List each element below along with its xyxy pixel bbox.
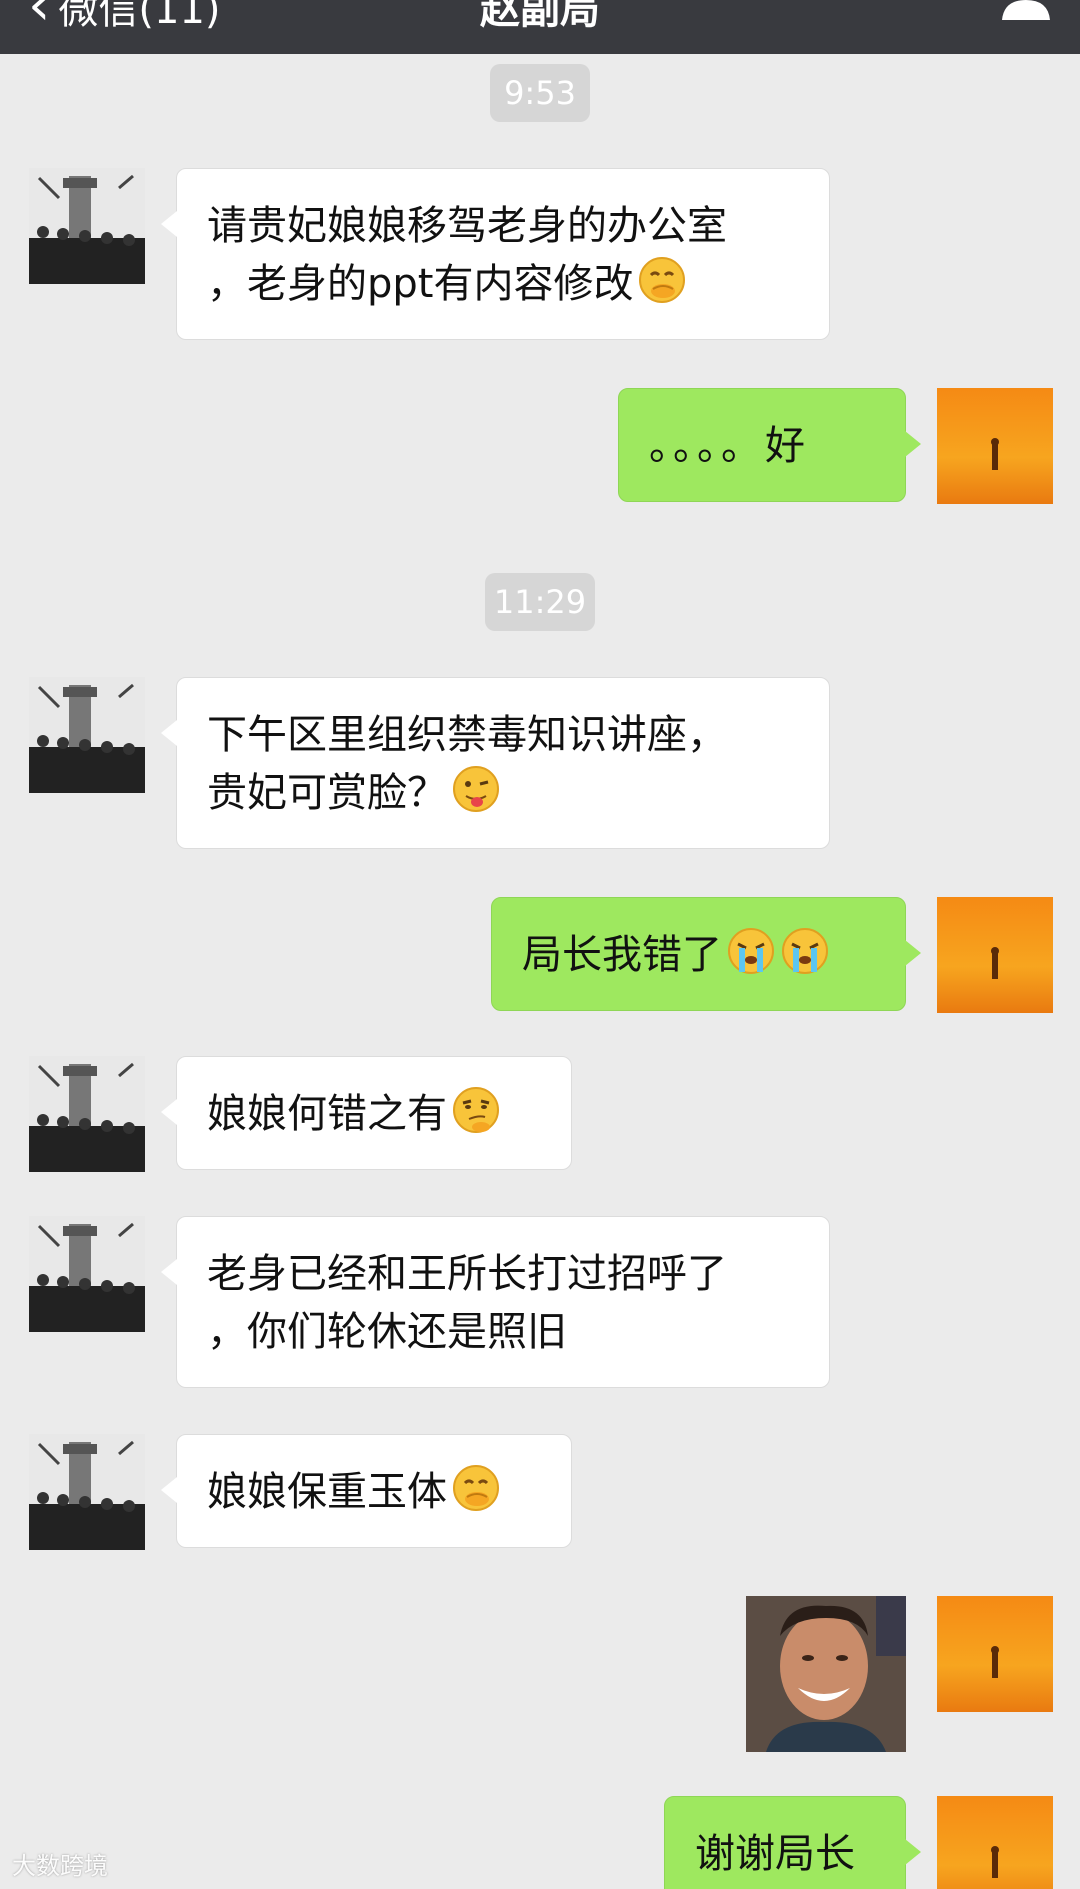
my-avatar[interactable] [937,388,1053,504]
message-line: 娘娘何错之有 [207,1085,541,1143]
face-with-hand-over-mouth-icon [637,255,687,305]
my-avatar[interactable] [937,1796,1053,1889]
message-bubble-outgoing[interactable]: 局长我错了 [491,897,921,1011]
message-line: 娘娘保重玉体 [207,1463,541,1521]
message-bubble-outgoing[interactable]: 。。。。好 [618,388,921,502]
message-line: 。。。。好 [649,423,809,469]
message-line: 谢谢局长 [695,1831,855,1877]
contact-avatar[interactable] [29,1216,145,1332]
crying-face-icon [726,926,776,976]
message-bubble-incoming[interactable]: 娘娘保重玉体 [161,1434,572,1548]
contact-avatar[interactable] [29,677,145,793]
message-line: 贵妃可赏脸？ [207,764,799,822]
timestamp-text: 9:53 [504,74,576,112]
smirking-face-icon [451,1085,501,1135]
top-navbar: ‹ 微信(11) 赵副局 [0,0,1080,54]
contact-avatar[interactable] [29,1434,145,1550]
watermark: 大数跨境 [12,1852,108,1880]
chat-title: 赵副局 [480,0,600,33]
message-line: 老身已经和王所长打过招呼了 [207,1251,727,1297]
timestamp: 9:53 [490,64,590,122]
message-bubble-incoming[interactable]: 老身已经和王所长打过招呼了 ，你们轮休还是照旧 [161,1216,830,1388]
my-avatar[interactable] [937,1596,1053,1712]
message-bubble-incoming[interactable]: 请贵妃娘娘移驾老身的办公室 ，老身的ppt有内容修改 [161,168,830,340]
message-bubble-outgoing[interactable]: 谢谢局长 [664,1796,921,1889]
image-message[interactable] [746,1596,906,1752]
contact-avatar[interactable] [29,1056,145,1172]
face-with-hand-over-mouth-icon [451,1463,501,1513]
timestamp: 11:29 [485,573,595,631]
message-line: ，你们轮休还是照旧 [207,1309,567,1355]
message-line: 下午区里组织禁毒知识讲座， [207,712,727,758]
message-line: 局长我错了 [522,926,875,984]
message-bubble-incoming[interactable]: 下午区里组织禁毒知识讲座， 贵妃可赏脸？ [161,677,830,849]
message-line: 请贵妃娘娘移驾老身的办公室 [207,203,727,249]
message-bubble-incoming[interactable]: 娘娘何错之有 [161,1056,572,1170]
message-line: ，老身的ppt有内容修改 [207,255,799,313]
timestamp-text: 11:29 [493,583,587,621]
profile-button[interactable] [998,0,1054,20]
person-icon [1002,0,1050,20]
contact-avatar[interactable] [29,168,145,284]
my-avatar[interactable] [937,897,1053,1013]
winking-tongue-face-icon [451,764,501,814]
crying-face-icon [780,926,830,976]
